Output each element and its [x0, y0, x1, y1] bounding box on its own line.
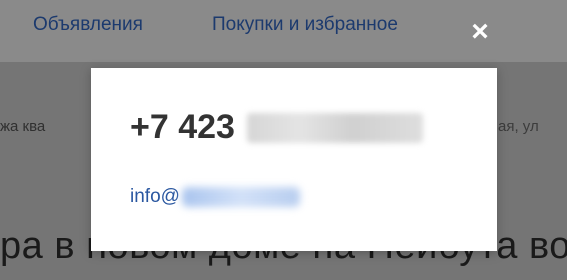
nav-link-ads[interactable]: Объявления	[33, 14, 143, 36]
contact-modal: +7 423 info@	[91, 68, 497, 251]
background-snippet-right: ая, ул	[498, 118, 539, 135]
email-redacted-blur	[181, 187, 300, 207]
phone-row: +7 423	[130, 108, 423, 147]
phone-number[interactable]: +7 423	[130, 108, 235, 147]
nav-link-purchases-favorites[interactable]: Покупки и избранное	[212, 14, 398, 36]
email-row: info@	[130, 186, 300, 208]
phone-redacted-blur	[246, 112, 423, 143]
background-snippet-left: жа ква	[0, 118, 46, 135]
close-icon[interactable]: ×	[468, 17, 492, 47]
email-link[interactable]: info@	[130, 186, 180, 208]
